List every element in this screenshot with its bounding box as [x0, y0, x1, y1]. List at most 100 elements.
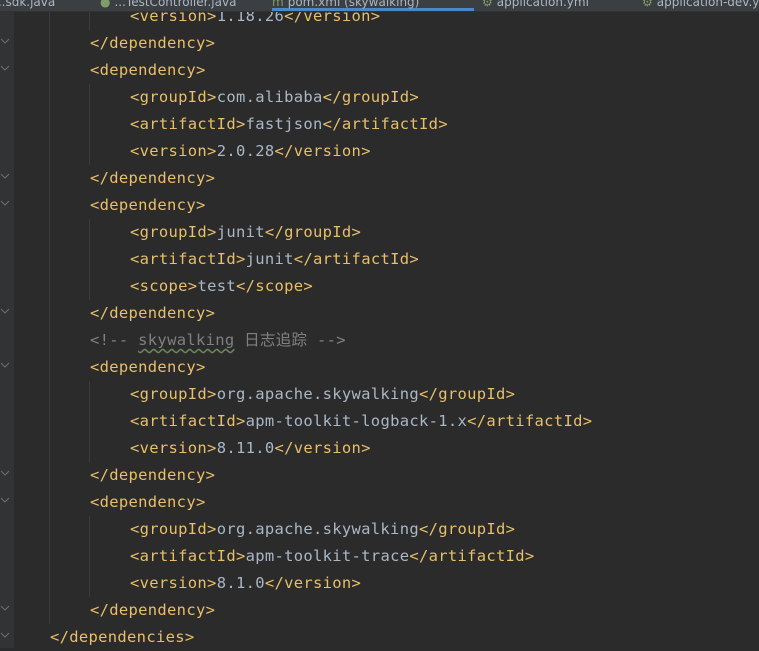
xml-value: 2.0.28 [216, 142, 275, 160]
xml-close-tag: </version> [274, 439, 371, 457]
code-comment-line[interactable]: <!-- skywalking 日志追踪 --> [90, 327, 346, 354]
xml-close-tag: </artifactId> [322, 115, 448, 133]
xml-tag: </dependency> [90, 304, 216, 322]
editor-tab-bar: ...sdk.java ● ...TestController.java m pom… [0, 0, 759, 12]
code-line[interactable]: <dependency> [90, 489, 206, 516]
fold-marker-icon[interactable] [0, 308, 10, 318]
fold-marker-icon[interactable] [0, 38, 10, 48]
java-file-icon: ● [100, 0, 111, 9]
xml-value: junit [245, 250, 294, 268]
code-line[interactable]: <groupId>org.apache.skywalking</groupId> [130, 516, 515, 543]
fold-marker-icon[interactable] [0, 200, 10, 210]
tab-label: application.yml [496, 0, 589, 9]
xml-value: junit [216, 223, 265, 241]
code-line[interactable]: <scope>test</scope> [130, 273, 313, 300]
code-line[interactable]: <artifactId>apm-toolkit-logback-1.x</art… [130, 408, 592, 435]
xml-value: 8.11.0 [216, 439, 275, 457]
xml-value: apm-toolkit-logback-1.x [245, 412, 468, 430]
code-line[interactable]: <dependency> [90, 354, 206, 381]
xml-value: com.alibaba [216, 88, 323, 106]
code-editor[interactable]: <version>1.18.26</version> </dependency>… [0, 0, 759, 648]
xml-open-tag: <groupId> [130, 385, 217, 403]
indent-guide [89, 219, 90, 300]
xml-comment-end: 日志追踪 --> [234, 331, 346, 349]
code-line[interactable]: <artifactId>fastjson</artifactId> [130, 111, 448, 138]
code-line[interactable]: </dependency> [90, 30, 215, 57]
xml-open-tag: <groupId> [130, 520, 217, 538]
xml-close-tag: </groupId> [264, 223, 362, 241]
code-line[interactable]: <groupId>junit</groupId> [130, 219, 361, 246]
fold-gutter [0, 12, 14, 648]
code-line[interactable]: <groupId>com.alibaba</groupId> [130, 84, 419, 111]
xml-open-tag: <artifactId> [130, 547, 246, 565]
xml-value: org.apache.skywalking [216, 520, 419, 538]
xml-tag: </dependencies> [50, 628, 195, 646]
code-line[interactable]: <dependency> [90, 192, 206, 219]
code-line[interactable]: <artifactId>apm-toolkit-trace</artifactI… [130, 543, 535, 570]
code-line[interactable]: </dependency> [90, 462, 215, 489]
editor-tab[interactable]: ...sdk.java [0, 0, 55, 11]
fold-marker-icon[interactable] [0, 362, 10, 372]
tab-label: ...sdk.java [0, 0, 56, 9]
fold-marker-icon[interactable] [0, 605, 10, 615]
fold-marker-icon[interactable] [0, 632, 10, 642]
code-line[interactable]: </dependency> [90, 300, 215, 327]
editor-tab[interactable]: ⚙application-dev.yml [642, 0, 759, 11]
code-line[interactable]: <version>8.11.0</version> [130, 435, 371, 462]
xml-open-tag: <scope> [130, 277, 198, 295]
xml-tag: </dependency> [90, 466, 216, 484]
indent-guide [89, 516, 90, 597]
fold-marker-icon[interactable] [0, 65, 10, 75]
code-line[interactable]: <dependency> [90, 57, 206, 84]
yaml-file-icon: ⚙ [642, 0, 653, 9]
editor-tab-active[interactable]: m pom.xml (skywalking) [272, 0, 474, 11]
xml-close-tag: </scope> [235, 277, 314, 295]
xml-tag: <dependency> [90, 358, 206, 376]
fold-marker-icon[interactable] [0, 173, 10, 183]
xml-close-tag: </version> [264, 574, 362, 592]
code-line[interactable]: </dependencies> [50, 624, 194, 651]
spellcheck-word: skywalking [138, 331, 235, 349]
editor-tab[interactable]: ● ...TestController.java [100, 0, 236, 11]
yaml-file-icon: ⚙ [482, 0, 493, 9]
xml-close-tag: </groupId> [418, 520, 516, 538]
fold-marker-icon[interactable] [0, 497, 10, 507]
xml-open-tag: <groupId> [130, 223, 217, 241]
xml-close-tag: </groupId> [418, 385, 516, 403]
code-line[interactable]: </dependency> [90, 597, 215, 624]
indent-guide [89, 84, 90, 165]
maven-file-icon: m [272, 0, 284, 9]
fold-marker-icon[interactable] [0, 470, 10, 480]
xml-close-tag: </artifactId> [467, 412, 593, 430]
xml-value: test [197, 277, 236, 295]
indent-guide [89, 12, 90, 30]
xml-open-tag: <artifactId> [130, 250, 246, 268]
xml-open-tag: <version> [130, 142, 217, 160]
xml-tag: <dependency> [90, 196, 206, 214]
code-line[interactable]: <version>8.1.0</version> [130, 570, 361, 597]
code-line[interactable]: <artifactId>junit</artifactId> [130, 246, 419, 273]
xml-close-tag: </version> [274, 142, 371, 160]
xml-value: 8.1.0 [216, 574, 265, 592]
tab-label: ...TestController.java [114, 0, 237, 9]
xml-open-tag: <version> [130, 574, 217, 592]
xml-tag: </dependency> [90, 34, 216, 52]
editor-tab[interactable]: ⚙ application.yml [482, 0, 589, 11]
xml-tag: <dependency> [90, 61, 206, 79]
code-line[interactable]: <groupId>org.apache.skywalking</groupId> [130, 381, 515, 408]
xml-open-tag: <version> [130, 439, 217, 457]
code-line[interactable]: </dependency> [90, 165, 215, 192]
xml-close-tag: </artifactId> [293, 250, 419, 268]
xml-open-tag: <artifactId> [130, 412, 246, 430]
tab-label: pom.xml (skywalking) [287, 0, 420, 9]
xml-value: fastjson [245, 115, 323, 133]
xml-tag: </dependency> [90, 601, 216, 619]
tab-label: application-dev.yml [656, 0, 759, 9]
xml-value: org.apache.skywalking [216, 385, 419, 403]
xml-close-tag: </artifactId> [409, 547, 535, 565]
xml-tag: </dependency> [90, 169, 216, 187]
xml-tag: <dependency> [90, 493, 206, 511]
xml-close-tag: </groupId> [322, 88, 419, 106]
code-line[interactable]: <version>2.0.28</version> [130, 138, 371, 165]
indent-guide [49, 12, 50, 624]
